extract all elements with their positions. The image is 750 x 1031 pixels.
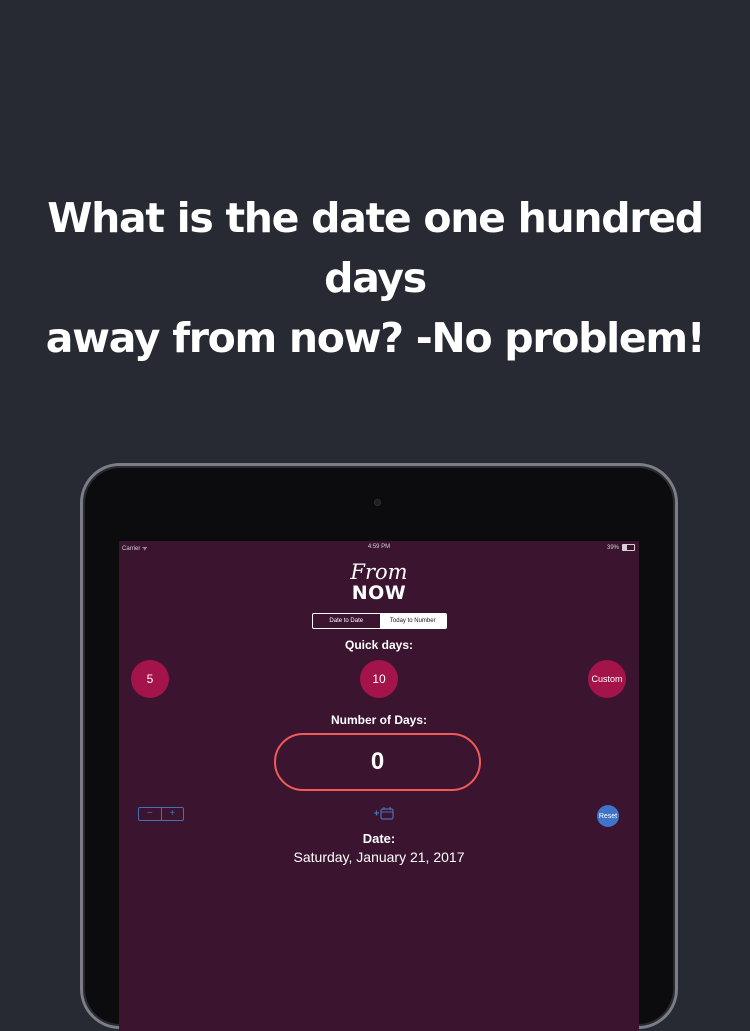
app-screen: Carrier ᯤ 4:59 PM 39% From NOW Date to D… [119, 541, 639, 1031]
number-of-days-field[interactable]: 0 [274, 733, 481, 791]
app-logo: From NOW [119, 561, 639, 603]
date-label: Date: [362, 831, 396, 846]
quick-days-label: Quick days: [344, 638, 414, 652]
status-time: 4:59 PM [367, 544, 391, 550]
ipad-device: Carrier ᯤ 4:59 PM 39% From NOW Date to D… [80, 463, 678, 1031]
segment-date-to-date[interactable]: Date to Date [313, 614, 380, 628]
custom-days-button[interactable]: Custom [588, 660, 626, 698]
mode-segmented-control: Date to Date Today to Number [312, 613, 447, 629]
headline-line-1: What is the date one hundred days [47, 194, 704, 302]
days-stepper: − + [138, 807, 184, 821]
quick-days-5-button[interactable]: 5 [131, 660, 169, 698]
stepper-plus-button[interactable]: + [162, 808, 184, 820]
battery-icon [622, 544, 635, 551]
number-of-days-label: Number of Days: [330, 713, 428, 727]
logo-from: From [350, 560, 408, 584]
segment-today-to-number[interactable]: Today to Number [379, 614, 446, 628]
headline: What is the date one hundred days away f… [0, 188, 750, 368]
result-date: Saturday, January 21, 2017 [293, 849, 465, 865]
headline-line-2: away from now? -No problem! [45, 314, 706, 362]
front-camera [374, 499, 381, 506]
quick-days-10-button[interactable]: 10 [360, 660, 398, 698]
reset-button[interactable]: Reset [597, 805, 619, 827]
status-bar: Carrier ᯤ 4:59 PM 39% [119, 541, 639, 555]
logo-now: NOW [351, 582, 407, 604]
add-to-calendar-icon[interactable] [373, 805, 395, 821]
battery-percent: 39% [606, 544, 619, 551]
battery-indicator: 39% [607, 544, 635, 551]
stepper-minus-button[interactable]: − [139, 808, 161, 820]
